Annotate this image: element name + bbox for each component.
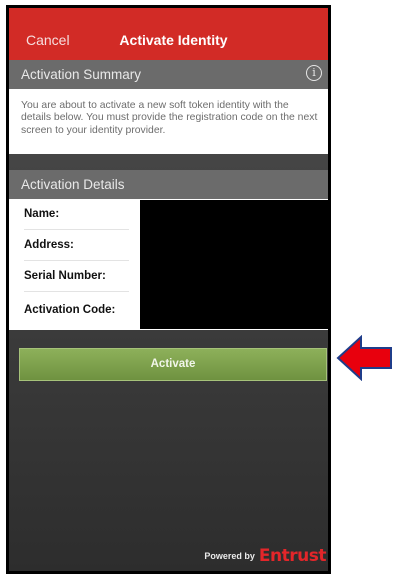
- name-label: Name:: [24, 199, 129, 230]
- activation-details-title: Activation Details: [21, 177, 125, 192]
- activation-summary-header: Activation Summary i: [9, 60, 328, 89]
- powered-by-label: Powered by: [204, 551, 255, 561]
- activation-summary-text: You are about to activate a new soft tok…: [9, 89, 328, 154]
- activation-summary-title: Activation Summary: [21, 67, 142, 82]
- info-icon[interactable]: i: [306, 65, 322, 81]
- activation-details-panel: Name: Address: Serial Number: Activation…: [9, 199, 328, 330]
- serial-number-label: Serial Number:: [24, 261, 129, 292]
- left-arrow-icon: [336, 335, 392, 381]
- activation-code-label: Activation Code:: [24, 304, 116, 316]
- navigation-bar: Cancel Activate Identity: [9, 8, 328, 60]
- entrust-logo: Entrust: [258, 546, 327, 566]
- page-title: Activate Identity: [119, 32, 228, 48]
- powered-by-footer: Powered by Entrust: [204, 546, 326, 568]
- redacted-values: [140, 200, 328, 329]
- app-screen: Cancel Activate Identity Activation Summ…: [6, 5, 331, 574]
- activation-details-header: Activation Details: [9, 170, 328, 199]
- activate-button[interactable]: Activate: [19, 348, 327, 381]
- address-label: Address:: [24, 230, 129, 261]
